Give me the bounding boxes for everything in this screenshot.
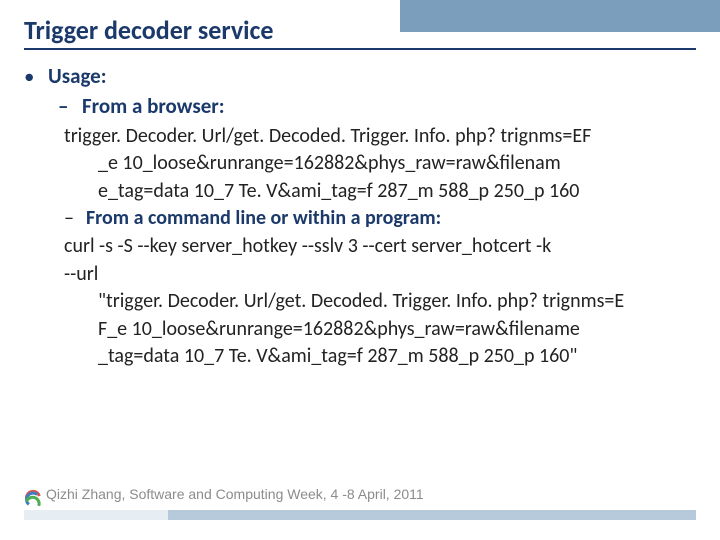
slide-content: • Usage: – From a browser: trigger. Deco… [24,62,696,371]
from-cmdline-label: From a command line or within a program: [86,205,441,233]
body-text: trigger. Decoder. Url/get. Decoded. Trig… [24,123,696,371]
line-8: _tag=data 10_7 Te. V&ami_tag=f 287_m 588… [64,343,696,371]
footer-logo-icon [24,490,42,508]
bullet-from-browser: – From a browser: [24,92,696,120]
from-browser-label: From a browser: [82,92,225,120]
footer-text: Qizhi Zhang, Software and Computing Week… [46,486,424,502]
line-4: curl -s -S --key server_hotkey --sslv 3 … [64,234,551,258]
dash-icon: – [58,92,74,120]
header-accent [400,0,720,32]
bullet-usage-label: Usage: [48,62,107,90]
line-5: --url [64,262,98,286]
bullet-from-cmdline: – From a command line or within a progra… [64,205,696,233]
line-7: F_e 10_loose&runrange=162882&phys_raw=ra… [64,316,696,344]
slide-title: Trigger decoder service [24,14,274,46]
footer-bar-dark [168,510,696,520]
line-3: e_tag=data 10_7 Te. V&ami_tag=f 287_m 58… [64,178,696,206]
line-6: "trigger. Decoder. Url/get. Decoded. Tri… [64,288,696,316]
line-1: trigger. Decoder. Url/get. Decoded. Trig… [64,124,591,148]
dash-icon: – [64,205,78,233]
line-2: _e 10_loose&runrange=162882&phys_raw=raw… [64,150,696,178]
bullet-usage: • Usage: [24,62,696,90]
bullet-dot: • [24,62,38,90]
title-underline [24,48,696,50]
